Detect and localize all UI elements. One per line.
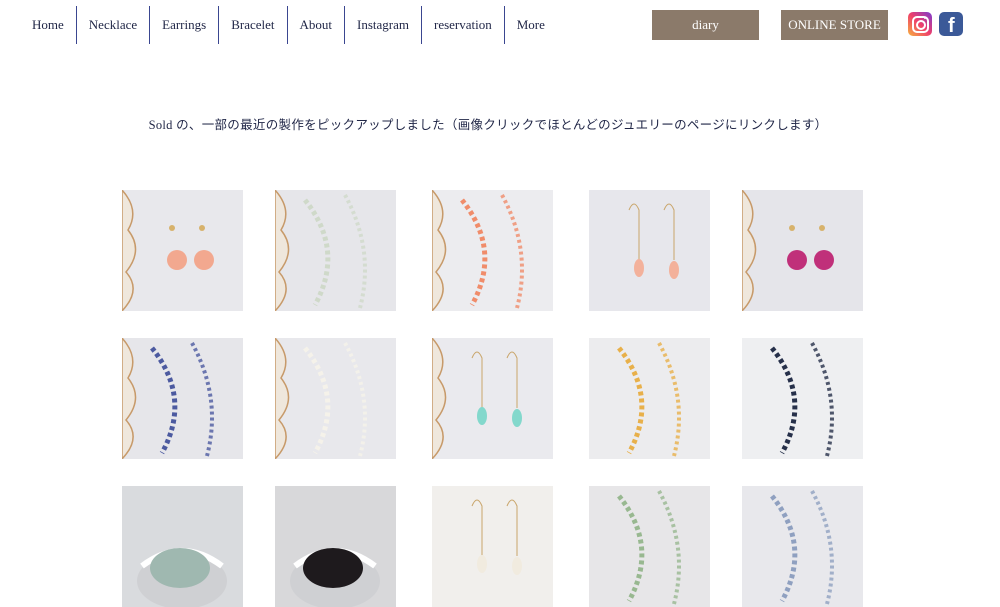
diary-button[interactable]: diary [652,10,759,40]
gallery-image-citrine-bracelet[interactable] [589,338,710,459]
gallery-image-white-pendant-necklace[interactable] [275,338,396,459]
gallery-image-dark-bead-necklace[interactable] [742,338,863,459]
facebook-icon[interactable]: f [939,12,963,36]
nav-item-reservation[interactable]: reservation [420,6,504,44]
gallery-image-aquamarine-ring[interactable] [122,486,243,607]
gallery-image-blue-bead-bracelet[interactable] [122,338,243,459]
instagram-icon[interactable] [908,12,932,36]
gallery-image-coral-drop-earrings[interactable] [589,190,710,311]
nav-item-instagram[interactable]: Instagram [344,6,421,44]
gallery-image-black-stone-ring[interactable] [275,486,396,607]
gallery-image-turquoise-drop-earrings[interactable] [432,338,553,459]
gallery-image-mixed-bead-bracelet[interactable] [589,486,710,607]
gallery-image-magenta-stud-earrings[interactable] [742,190,863,311]
nav-item-earrings[interactable]: Earrings [149,6,218,44]
nav-item-home[interactable]: Home [20,6,76,44]
nav-item-more[interactable]: More [503,6,557,44]
gallery-image-beaded-necklace[interactable] [275,190,396,311]
online-store-button[interactable]: ONLINE STORE [781,10,888,40]
gallery-image-pink-stone-necklace[interactable] [432,190,553,311]
nav-item-bracelet[interactable]: Bracelet [218,6,286,44]
main-nav: Home Necklace Earrings Bracelet About In… [20,6,557,44]
gallery-image-ivory-drop-earrings[interactable] [432,486,553,607]
gallery-image-pink-stud-earrings[interactable] [122,190,243,311]
gallery-image-gemstone-bracelet[interactable] [742,486,863,607]
nav-item-necklace[interactable]: Necklace [75,6,149,44]
page-caption: Sold の、一部の最近の製作をピックアップしました（画像クリックでほとんどのジ… [148,118,828,132]
nav-item-about[interactable]: About [286,6,345,44]
